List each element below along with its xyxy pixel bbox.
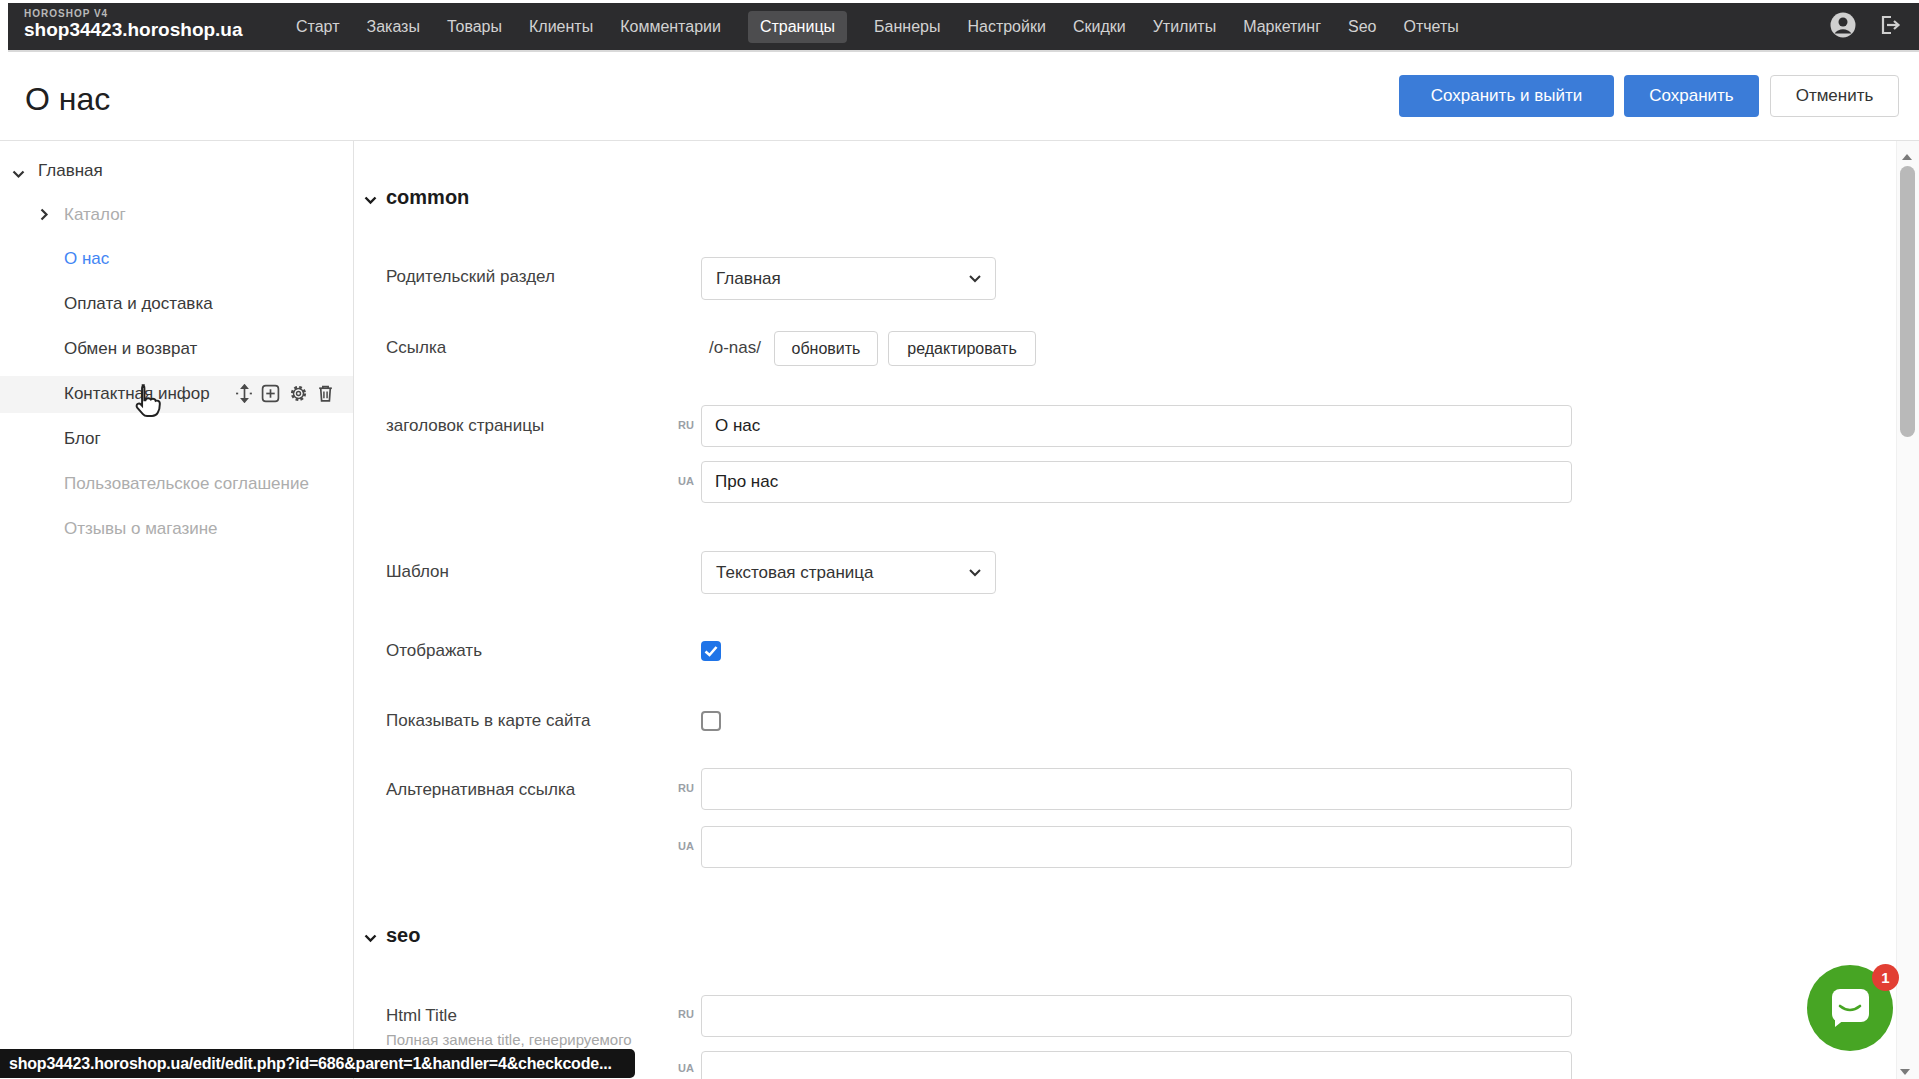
- nav-right-icons: [1829, 3, 1901, 50]
- page: HOROSHOP V4 shop34423.horoshop.ua Старт …: [0, 0, 1919, 1079]
- alt-link-ua-input[interactable]: [701, 826, 1572, 868]
- page-title-ua-value: Про нас: [715, 472, 778, 492]
- nav-item-utilities[interactable]: Утилиты: [1153, 11, 1217, 43]
- gear-icon[interactable]: [289, 384, 308, 407]
- scrollbar-up-arrow[interactable]: [1901, 147, 1913, 165]
- chevron-down-icon[interactable]: [12, 165, 25, 183]
- template-label: Шаблон: [386, 562, 449, 582]
- cancel-button[interactable]: Отменить: [1770, 75, 1899, 117]
- chat-unread-badge: 1: [1872, 964, 1899, 991]
- sidebar-item-o-nas[interactable]: О нас: [64, 249, 109, 269]
- sidebar-item-katalog[interactable]: Каталог: [64, 205, 126, 225]
- scrollbar-thumb[interactable]: [1900, 166, 1915, 437]
- link-refresh-button[interactable]: обновить: [774, 331, 878, 366]
- trash-icon[interactable]: [317, 384, 334, 407]
- page-title-ru-input[interactable]: О нас: [701, 405, 1572, 447]
- sidebar-item-oplata[interactable]: Оплата и доставка: [64, 294, 213, 314]
- section-seo-title[interactable]: seo: [386, 924, 420, 947]
- html-title-label: Html Title: [386, 1006, 457, 1026]
- nav-item-marketing[interactable]: Маркетинг: [1243, 11, 1321, 43]
- nav-item-reports[interactable]: Отчеты: [1403, 11, 1458, 43]
- nav-item-banners[interactable]: Баннеры: [874, 11, 940, 43]
- alt-link-badge-ua: UA: [670, 840, 694, 852]
- html-title-ru-input[interactable]: [701, 995, 1572, 1037]
- page-title-label: заголовок страницы: [386, 416, 544, 436]
- html-title-ua-input[interactable]: [701, 1051, 1572, 1079]
- sidebar-item-polzovatelskoe[interactable]: Пользовательское соглашение: [64, 474, 309, 494]
- nav-item-products[interactable]: Товары: [447, 11, 502, 43]
- sitemap-label: Показывать в карте сайта: [386, 711, 590, 731]
- nav-menu: Старт Заказы Товары Клиенты Комментарии …: [296, 3, 1459, 50]
- section-seo-chevron-icon[interactable]: [364, 929, 377, 947]
- lang-badge-ua: UA: [670, 475, 694, 487]
- alt-link-label: Альтернативная ссылка: [386, 780, 575, 800]
- html-title-badge-ua: UA: [670, 1062, 694, 1074]
- page-title-ua-input[interactable]: Про нас: [701, 461, 1572, 503]
- nav-item-comments[interactable]: Комментарии: [620, 11, 721, 43]
- nav-item-pages[interactable]: Страницы: [748, 11, 847, 43]
- save-and-exit-button[interactable]: Сохранить и выйти: [1399, 75, 1614, 117]
- top-navbar: HOROSHOP V4 shop34423.horoshop.ua Старт …: [8, 3, 1919, 50]
- nav-item-discounts[interactable]: Скидки: [1073, 11, 1126, 43]
- alt-link-badge-ru: RU: [670, 782, 694, 794]
- link-path: /o-nas/: [709, 338, 761, 358]
- display-checkbox[interactable]: [701, 641, 721, 661]
- add-icon[interactable]: [261, 384, 280, 407]
- sitemap-checkbox[interactable]: [701, 711, 721, 731]
- scrollbar-down-arrow[interactable]: [1899, 1062, 1911, 1079]
- html-title-badge-ru: RU: [670, 1008, 694, 1020]
- nav-item-start[interactable]: Старт: [296, 11, 339, 43]
- header-divider: [0, 140, 1919, 141]
- parent-section-select[interactable]: Главная: [701, 257, 996, 300]
- sidebar-item-glavnaya[interactable]: Главная: [38, 161, 103, 181]
- display-label: Отображать: [386, 641, 482, 661]
- nav-item-seo[interactable]: Seo: [1348, 11, 1376, 43]
- move-icon[interactable]: [235, 384, 254, 407]
- nav-item-settings[interactable]: Настройки: [967, 11, 1045, 43]
- sidebar-item-otzyvy[interactable]: Отзывы о магазине: [64, 519, 218, 539]
- logo-domain: shop34423.horoshop.ua: [24, 19, 243, 41]
- parent-section-label: Родительский раздел: [386, 267, 555, 287]
- nav-item-orders[interactable]: Заказы: [366, 11, 419, 43]
- save-button[interactable]: Сохранить: [1624, 75, 1759, 117]
- sidebar-divider: [353, 141, 354, 1079]
- logout-icon[interactable]: [1877, 13, 1901, 41]
- sidebar-item-blog[interactable]: Блог: [64, 429, 101, 449]
- logo-version: HOROSHOP V4: [24, 8, 243, 19]
- link-label: Ссылка: [386, 338, 446, 358]
- mouse-cursor: [130, 383, 163, 423]
- template-value: Текстовая страница: [716, 563, 874, 583]
- page-title-ru-value: О нас: [715, 416, 760, 436]
- nav-item-clients[interactable]: Клиенты: [529, 11, 593, 43]
- template-select[interactable]: Текстовая страница: [701, 551, 996, 594]
- section-common-chevron-icon[interactable]: [364, 191, 377, 209]
- html-title-hint: Полная замена title, генерируемого: [386, 1031, 632, 1048]
- account-icon[interactable]: [1829, 11, 1857, 43]
- logo[interactable]: HOROSHOP V4 shop34423.horoshop.ua: [24, 8, 243, 41]
- alt-link-ru-input[interactable]: [701, 768, 1572, 810]
- parent-section-value: Главная: [716, 269, 781, 289]
- status-url-tooltip: shop34423.horoshop.ua/edit/edit.php?id=6…: [0, 1049, 635, 1078]
- chevron-right-icon[interactable]: [40, 207, 49, 225]
- section-common-title[interactable]: common: [386, 186, 469, 209]
- lang-badge-ru: RU: [670, 419, 694, 431]
- link-edit-button[interactable]: редактировать: [888, 331, 1036, 366]
- sidebar-item-obmen[interactable]: Обмен и возврат: [64, 339, 197, 359]
- page-title: О нас: [25, 81, 110, 118]
